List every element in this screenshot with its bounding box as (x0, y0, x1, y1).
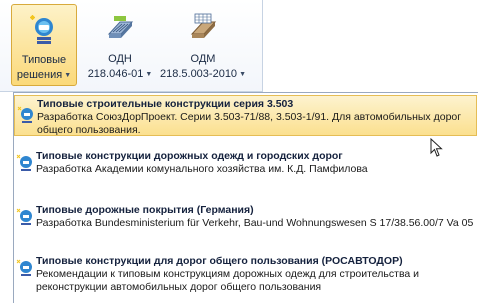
menu-item-title: Типовые дорожные покрытия (Германия) (36, 204, 254, 216)
odm-doc-icon (190, 13, 217, 38)
standard-solutions-icon (16, 259, 32, 276)
ribbon-button-line1: Типовые (21, 54, 67, 66)
menu-item-rosavtodor[interactable]: Типовые конструкции для дорог общего пол… (14, 255, 477, 303)
standard-solutions-icon (16, 208, 32, 225)
ribbon-button-line2: решения (16, 69, 63, 81)
menu-item-description: Разработка Академии комунального хозяйст… (36, 163, 368, 175)
ribbon-button-line2: 218.046-01 (87, 68, 144, 80)
standard-solutions-icon (30, 15, 53, 44)
mouse-cursor-icon (430, 138, 443, 157)
menu-item-series-3503[interactable]: Типовые строительные конструкции серия 3… (14, 95, 477, 136)
standard-solutions-icon (17, 106, 33, 123)
ribbon-button-line1: ОДМ (190, 53, 216, 65)
menu-item-description: Разработка СоюзДорПроект. Серии 3.503-71… (37, 111, 462, 136)
odn-button[interactable]: ОДН 218.046-01 ▼ (83, 4, 157, 86)
menu-item-title: Типовые конструкции дорожных одежд и гор… (36, 150, 343, 162)
chevron-down-icon: ▼ (145, 70, 153, 78)
ribbon-button-line1: ОДН (108, 53, 132, 65)
standard-solutions-icon (16, 154, 32, 171)
menu-item-road-pavements[interactable]: Типовые конструкции дорожных одежд и гор… (14, 150, 477, 182)
menu-item-germany-pavements[interactable]: Типовые дорожные покрытия (Германия) Раз… (14, 204, 477, 244)
menu-item-title: Типовые строительные конструкции серия 3… (37, 98, 294, 110)
chevron-down-icon: ▼ (64, 71, 72, 79)
odm-button[interactable]: ОДМ 218.5.003-2010 ▼ (158, 4, 248, 86)
odn-doc-icon (107, 16, 134, 38)
ribbon-button-line2: 218.5.003-2010 (159, 68, 238, 80)
menu-item-description: Разработка Bundesministerium für Verkehr… (36, 217, 474, 229)
menu-item-description: Рекомендации к типовым конструкциям доро… (36, 268, 420, 293)
menu-item-title: Типовые конструкции для дорог общего пол… (36, 255, 403, 267)
standard-solutions-button[interactable]: Типовые решения ▼ (11, 4, 77, 86)
ribbon-panel: Типовые решения ▼ ОДН 218.046-01 ▼ ОДМ 218… (0, 0, 263, 92)
solutions-dropdown-menu: Типовые строительные конструкции серия 3… (13, 92, 478, 303)
chevron-down-icon: ▼ (239, 70, 246, 78)
